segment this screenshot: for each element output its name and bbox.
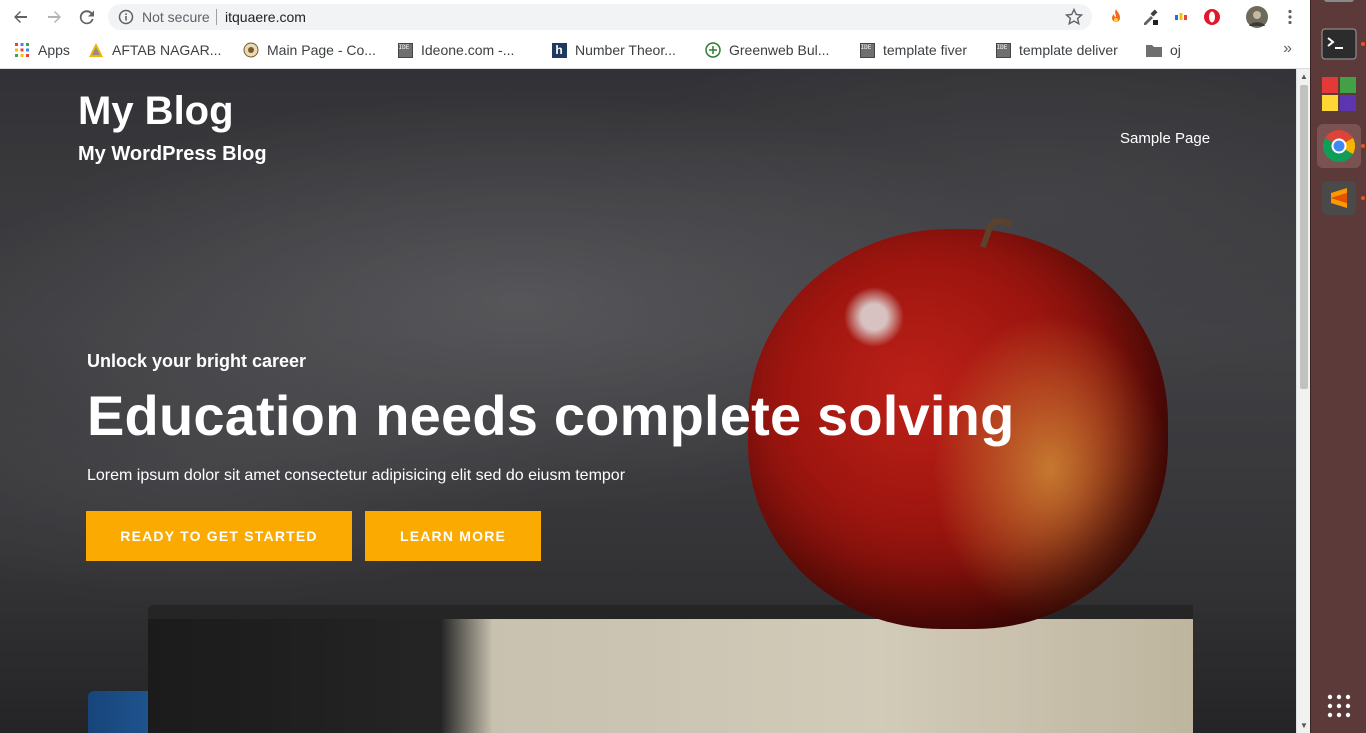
- bookmark-folder-oj[interactable]: oj: [1146, 40, 1181, 60]
- reload-icon: [79, 10, 94, 25]
- greenweb-icon: [705, 42, 721, 58]
- ideone-icon: IDE ONE: [995, 42, 1022, 58]
- chrome-running-dot: [1361, 144, 1365, 148]
- back-button[interactable]: [10, 6, 32, 28]
- learn-more-button[interactable]: LEARN MORE: [365, 511, 541, 561]
- bookmark-aftab-nagar[interactable]: AFTAB NAGAR...: [88, 40, 221, 60]
- site-tagline: My WordPress Blog: [78, 143, 267, 165]
- nav-sample-page-link[interactable]: Sample Page: [1120, 130, 1210, 147]
- more-bookmarks-button[interactable]: »: [1283, 40, 1292, 58]
- triangle-logo-icon: [88, 42, 104, 58]
- eyedropper-extension-icon[interactable]: [1140, 7, 1160, 27]
- desktop-dock: [1310, 0, 1366, 733]
- url-text[interactable]: itquaere.com: [225, 9, 306, 25]
- bookmark-ideone[interactable]: IDE ONE Ideone.com -...: [397, 40, 514, 60]
- bookmark-label: Greenweb Bul...: [729, 42, 830, 58]
- opera-extension-icon[interactable]: [1202, 7, 1222, 27]
- browser-chrome: Not secure itquaere.com Apps AFTAB NAGAR…: [0, 0, 1310, 69]
- h-icon: h: [551, 42, 567, 58]
- color-grid-icon[interactable]: [1317, 72, 1361, 116]
- bookmark-label: oj: [1170, 42, 1181, 58]
- bookmark-label: Ideone.com -...: [421, 42, 515, 58]
- menu-kebab-icon[interactable]: [1280, 7, 1300, 27]
- get-started-button[interactable]: READY TO GET STARTED: [86, 511, 352, 561]
- dots-extension-icon[interactable]: [1171, 7, 1191, 27]
- bookmark-star-icon[interactable]: [1064, 7, 1084, 27]
- profile-avatar[interactable]: [1246, 6, 1268, 28]
- sublime-text-icon[interactable]: [1317, 176, 1361, 220]
- address-bar[interactable]: Not secure itquaere.com: [108, 4, 1092, 30]
- hero-kicker: Unlock your bright career: [87, 351, 307, 371]
- bookmarks-bar: Apps AFTAB NAGAR... Main Page - Co... ID…: [0, 35, 1310, 65]
- hero-title: Education needs complete solving: [87, 384, 1015, 447]
- scroll-thumb[interactable]: [1300, 85, 1308, 389]
- page-scrollbar[interactable]: ▲ ▼: [1296, 69, 1310, 733]
- apps-grid-icon: [14, 42, 30, 58]
- bookmark-main-page[interactable]: Main Page - Co...: [243, 40, 376, 60]
- scroll-up-arrow-icon[interactable]: ▲: [1300, 72, 1308, 81]
- hero-text: Lorem ipsum dolor sit amet consectetur a…: [87, 467, 626, 484]
- bookmark-number-theory[interactable]: h Number Theor...: [551, 40, 676, 60]
- bookmark-label: Main Page - Co...: [267, 42, 376, 58]
- terminal-running-dot: [1361, 42, 1365, 46]
- info-icon[interactable]: [118, 9, 134, 25]
- security-label: Not secure: [142, 9, 210, 25]
- address-divider: [216, 9, 217, 25]
- bookmark-label: AFTAB NAGAR...: [112, 42, 222, 58]
- sublime-running-dot: [1361, 196, 1365, 200]
- wiki-icon: [243, 42, 259, 58]
- terminal-icon[interactable]: [1317, 22, 1361, 66]
- page-viewport: My Blog My WordPress Blog Sample Page Un…: [0, 69, 1296, 733]
- ideone-icon: IDE ONE: [397, 42, 424, 58]
- bookmark-label: template deliver: [1019, 42, 1118, 58]
- site-title[interactable]: My Blog: [78, 89, 234, 134]
- bookmark-template-deliver[interactable]: IDE ONE template deliver: [995, 40, 1118, 60]
- bookmark-label: Apps: [38, 42, 70, 58]
- chrome-icon[interactable]: [1317, 124, 1361, 168]
- back-arrow-icon: [14, 11, 27, 23]
- reload-button[interactable]: [76, 6, 98, 28]
- ideone-icon: IDE ONE: [859, 42, 886, 58]
- folder-icon: [1146, 42, 1162, 58]
- fire-extension-icon[interactable]: [1106, 7, 1126, 27]
- bookmark-label: Number Theor...: [575, 42, 676, 58]
- bookmark-greenweb[interactable]: Greenweb Bul...: [705, 40, 829, 60]
- dock-top-partial-icon: [1317, 0, 1361, 6]
- forward-arrow-icon: [48, 11, 61, 23]
- bookmark-apps[interactable]: Apps: [14, 40, 70, 60]
- show-apps-icon[interactable]: [1317, 684, 1361, 728]
- scroll-down-arrow-icon[interactable]: ▼: [1300, 721, 1308, 730]
- bookmark-label: template fiver: [883, 42, 968, 58]
- bookmark-template-fiver[interactable]: IDE ONE template fiver: [859, 40, 967, 60]
- forward-button[interactable]: [43, 6, 65, 28]
- browser-toolbar: Not secure itquaere.com: [0, 0, 1310, 34]
